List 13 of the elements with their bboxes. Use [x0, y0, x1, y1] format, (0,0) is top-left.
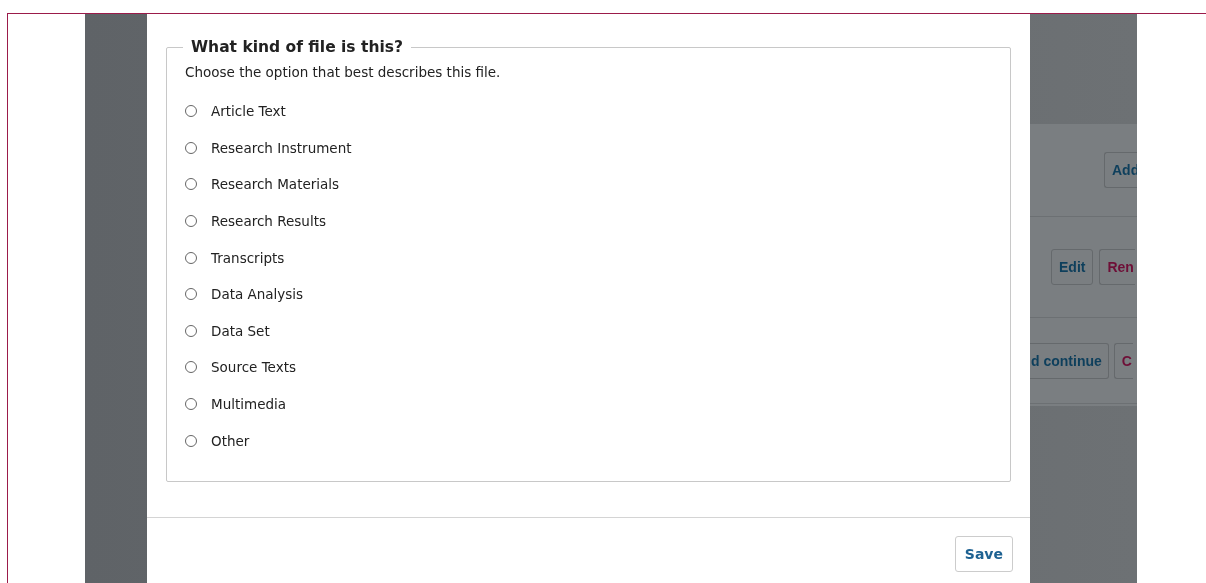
option-label[interactable]: Research Materials — [211, 176, 340, 193]
option-label[interactable]: Other — [211, 432, 250, 449]
option-label[interactable]: Article Text — [211, 103, 286, 120]
fieldset-legend: What kind of file is this? — [183, 38, 411, 56]
option-label[interactable]: Research Instrument — [211, 139, 352, 156]
option-label[interactable]: Source Texts — [211, 359, 296, 376]
option-label[interactable]: Research Results — [211, 213, 326, 230]
option-label[interactable]: Data Set — [211, 322, 270, 339]
description-text: Choose the option that best describes this file. — [185, 64, 502, 80]
option-label[interactable]: Data Analysis — [211, 286, 304, 303]
option-label[interactable]: Transcripts — [211, 249, 285, 266]
option-label[interactable]: Multimedia — [211, 396, 287, 413]
save-button[interactable]: Save — [954, 536, 1013, 572]
